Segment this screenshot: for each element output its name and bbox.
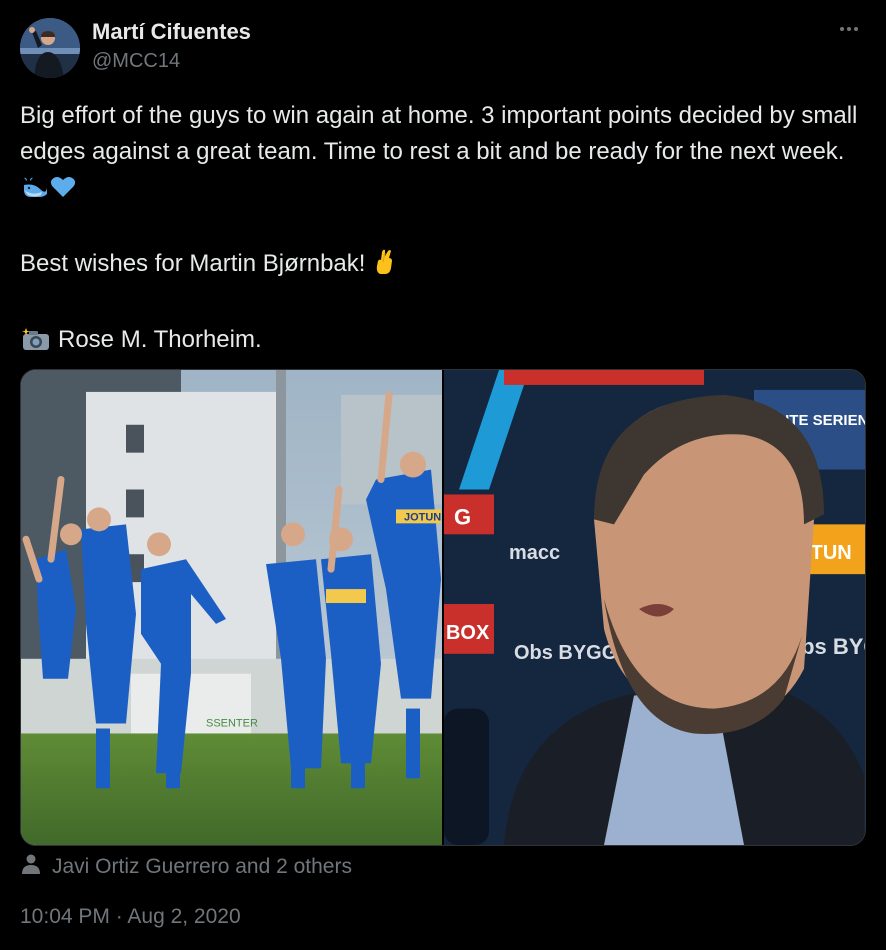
banner-text: SSENTER [206,718,258,730]
camera-flash-emoji-icon [20,326,50,362]
tweet-timestamp[interactable]: 10:04 PM · Aug 2, 2020 [20,905,241,929]
more-options-button[interactable] [834,14,864,44]
person-icon [22,854,40,880]
tweet-paragraph-2: Best wishes for Martin Bjørnbak! [20,246,866,286]
avatar[interactable] [20,18,80,78]
sponsor-text: JOTUN [404,511,441,523]
display-name[interactable]: Martí Cifuentes [92,19,251,45]
photo-players-celebrating[interactable]: SSENTER JOTUN [21,370,442,845]
ellipsis-icon [840,27,844,31]
tweet-paragraph-3: Rose M. Thorheim. [20,322,866,362]
tweet-text: Big effort of the guys to win again at h… [20,98,866,362]
players-celebrating-image: SSENTER JOTUN [21,370,442,845]
tweet-paragraph-3-text: Rose M. Thorheim. [58,326,262,353]
tweet-paragraph-1-text: Big effort of the guys to win again at h… [20,102,858,165]
likers-text: Javi Ortiz Guerrero and 2 others [52,855,352,878]
photo-coach-interview[interactable]: BOX G ELITE SERIEN JOTUN Obs BYGG Obs BY… [444,370,865,845]
backdrop-text-obsbygg-left: Obs BYGG [514,642,617,664]
crossed-fingers-emoji-icon [374,249,396,286]
timestamp-link[interactable]: 10:04 PM · Aug 2, 2020 [20,905,241,928]
tweet-paragraph-2-text: Best wishes for Martin Bjørnbak! [20,250,366,277]
media-grid: SSENTER JOTUN BOX G ELITE SERIEN JOTUN B… [20,369,866,846]
profile-photo-icon [20,18,80,78]
tweet-paragraph-1: Big effort of the guys to win again at h… [20,98,866,210]
tweet: Martí Cifuentes @MCC14 Big effort of the… [0,0,886,950]
likers-row[interactable]: Javi Ortiz Guerrero and 2 others [22,852,352,882]
blue-heart-emoji-icon [50,174,76,210]
backdrop-text-macc: macc [509,542,560,564]
user-handle[interactable]: @MCC14 [92,50,180,73]
backdrop-text-g: G [454,504,471,529]
coach-interview-image: BOX G ELITE SERIEN JOTUN Obs BYGG Obs BY… [444,370,865,845]
whale-emoji-icon [22,174,48,210]
backdrop-text-box: BOX [446,622,490,644]
